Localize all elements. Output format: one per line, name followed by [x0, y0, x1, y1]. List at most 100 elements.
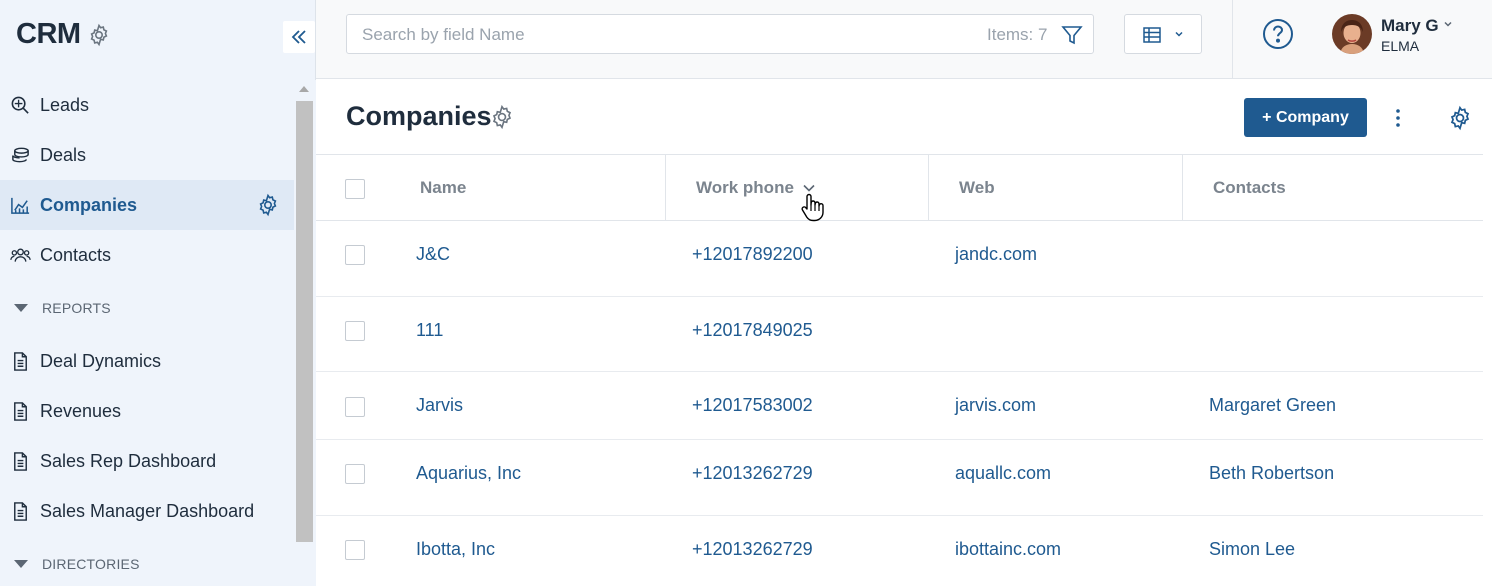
web-link[interactable]: ibottainc.com — [955, 539, 1061, 560]
scrollbar-thumb[interactable] — [296, 101, 313, 542]
column-header-label: Name — [420, 178, 467, 197]
more-vertical-icon[interactable] — [1389, 107, 1407, 129]
column-header-work-phone[interactable]: Work phone — [696, 155, 816, 221]
sidebar-item-companies[interactable]: Companies — [0, 180, 294, 230]
search-input[interactable] — [362, 25, 862, 45]
contact-link[interactable]: Simon Lee — [1209, 539, 1295, 560]
work-phone-link[interactable]: +12017849025 — [692, 320, 813, 341]
table-view-icon — [1143, 27, 1161, 43]
sidebar: CRM Leads Deals Companies Contacts REPOR… — [0, 0, 316, 586]
search-box[interactable]: Items: 7 — [346, 14, 1094, 54]
logo-row: CRM — [16, 18, 111, 51]
gear-icon[interactable] — [256, 193, 280, 217]
collapse-triangle-icon — [14, 304, 28, 312]
row-checkbox[interactable] — [345, 245, 365, 265]
company-name-link[interactable]: Aquarius, Inc — [416, 463, 521, 484]
column-header-web[interactable]: Web — [959, 155, 995, 221]
web-link[interactable]: jandc.com — [955, 244, 1037, 265]
chevron-down-icon[interactable] — [1442, 18, 1454, 30]
app-logo[interactable]: CRM — [16, 18, 81, 51]
sidebar-item-label: Deal Dynamics — [40, 350, 162, 371]
sidebar-item-label: Contacts — [40, 244, 112, 265]
select-all-checkbox[interactable] — [345, 179, 365, 199]
sidebar-item-label: Sales Rep Dashboard — [40, 450, 217, 471]
sidebar-item-revenues[interactable]: Revenues — [0, 386, 294, 436]
chevron-down-icon — [1175, 31, 1183, 37]
collapse-sidebar-button[interactable] — [283, 21, 315, 53]
sidebar-item-label: Companies — [40, 194, 138, 215]
filter-icon[interactable] — [1061, 24, 1083, 46]
scroll-up-arrow-icon[interactable] — [299, 86, 309, 92]
column-header-label: Web — [959, 178, 995, 197]
work-phone-link[interactable]: +12017892200 — [692, 244, 813, 265]
page-title: Companies — [346, 101, 492, 131]
gear-icon[interactable] — [489, 104, 515, 130]
hand-cursor-icon — [801, 193, 824, 222]
company-name-link[interactable]: 111 — [416, 320, 443, 341]
column-header-contacts[interactable]: Contacts — [1213, 155, 1286, 221]
row-checkbox[interactable] — [345, 397, 365, 417]
avatar[interactable] — [1332, 14, 1372, 54]
user-organization: ELMA — [1381, 38, 1420, 54]
sidebar-item-leads[interactable]: Leads — [0, 80, 294, 130]
company-name-link[interactable]: Jarvis — [416, 395, 463, 416]
row-checkbox[interactable] — [345, 321, 365, 341]
user-photo-icon — [1332, 14, 1372, 54]
sidebar-item-label: Leads — [40, 94, 90, 115]
settings-gear-icon[interactable] — [1447, 105, 1473, 131]
column-header-label: Contacts — [1213, 178, 1286, 197]
table-header: Name Work phone Web Contacts — [316, 154, 1483, 221]
table-row[interactable]: Aquarius, Inc +12013262729 aquallc.com B… — [316, 440, 1483, 516]
company-name-link[interactable]: Ibotta, Inc — [416, 539, 495, 560]
table-row[interactable]: J&C +12017892200 jandc.com — [316, 221, 1483, 297]
row-checkbox[interactable] — [345, 540, 365, 560]
document-icon — [14, 401, 27, 421]
row-checkbox[interactable] — [345, 464, 365, 484]
topbar: Items: 7 Mary G ELMA — [316, 0, 1492, 79]
sidebar-item-contacts[interactable]: Contacts — [0, 230, 294, 280]
double-chevron-left-icon — [291, 30, 306, 44]
table-row[interactable]: 111 +12017849025 — [316, 297, 1483, 372]
help-icon[interactable] — [1262, 18, 1294, 50]
contact-link[interactable]: Margaret Green — [1209, 395, 1336, 416]
document-icon — [14, 351, 27, 371]
column-header-name[interactable]: Name — [420, 155, 466, 221]
work-phone-link[interactable]: +12013262729 — [692, 463, 813, 484]
user-name[interactable]: Mary G — [1381, 16, 1439, 36]
collapse-triangle-icon — [14, 560, 28, 568]
gear-icon[interactable] — [87, 23, 111, 47]
add-company-button[interactable]: + Company — [1244, 98, 1367, 137]
contacts-people-icon — [10, 248, 31, 262]
sidebar-nav: Leads Deals Companies Contacts REPORTS D… — [0, 80, 294, 586]
column-divider[interactable] — [665, 155, 666, 221]
sidebar-item-label: Deals — [40, 144, 87, 165]
section-label: DIRECTORIES — [42, 556, 140, 572]
column-divider[interactable] — [1182, 155, 1183, 221]
companies-chart-icon — [11, 197, 30, 214]
sidebar-item-deals[interactable]: Deals — [0, 130, 294, 180]
divider — [1232, 0, 1233, 79]
sidebar-item-label: Sales Manager Dashboard — [40, 500, 255, 521]
section-reports[interactable]: REPORTS — [0, 280, 294, 336]
work-phone-link[interactable]: +12017583002 — [692, 395, 813, 416]
sidebar-item-sales-manager-dashboard[interactable]: Sales Manager Dashboard — [0, 486, 294, 536]
table-row[interactable]: Ibotta, Inc +12013262729 ibottainc.com S… — [316, 516, 1483, 586]
companies-table: Name Work phone Web Contacts J&C +120178… — [316, 154, 1483, 586]
column-divider[interactable] — [928, 155, 929, 221]
column-header-label: Work phone — [696, 178, 794, 197]
leads-search-icon — [11, 96, 29, 114]
document-icon — [14, 451, 27, 471]
document-icon — [14, 501, 27, 521]
items-count: Items: 7 — [987, 25, 1048, 44]
contact-link[interactable]: Beth Robertson — [1209, 463, 1334, 484]
table-row[interactable]: Jarvis +12017583002 jarvis.com Margaret … — [316, 372, 1483, 440]
web-link[interactable]: jarvis.com — [955, 395, 1036, 416]
sidebar-item-label: Revenues — [40, 400, 122, 421]
company-name-link[interactable]: J&C — [416, 244, 450, 265]
section-directories[interactable]: DIRECTORIES — [0, 536, 294, 586]
web-link[interactable]: aquallc.com — [955, 463, 1051, 484]
sidebar-item-deal-dynamics[interactable]: Deal Dynamics — [0, 336, 294, 386]
view-mode-button[interactable] — [1124, 14, 1202, 54]
work-phone-link[interactable]: +12013262729 — [692, 539, 813, 560]
sidebar-item-sales-rep-dashboard[interactable]: Sales Rep Dashboard — [0, 436, 294, 486]
